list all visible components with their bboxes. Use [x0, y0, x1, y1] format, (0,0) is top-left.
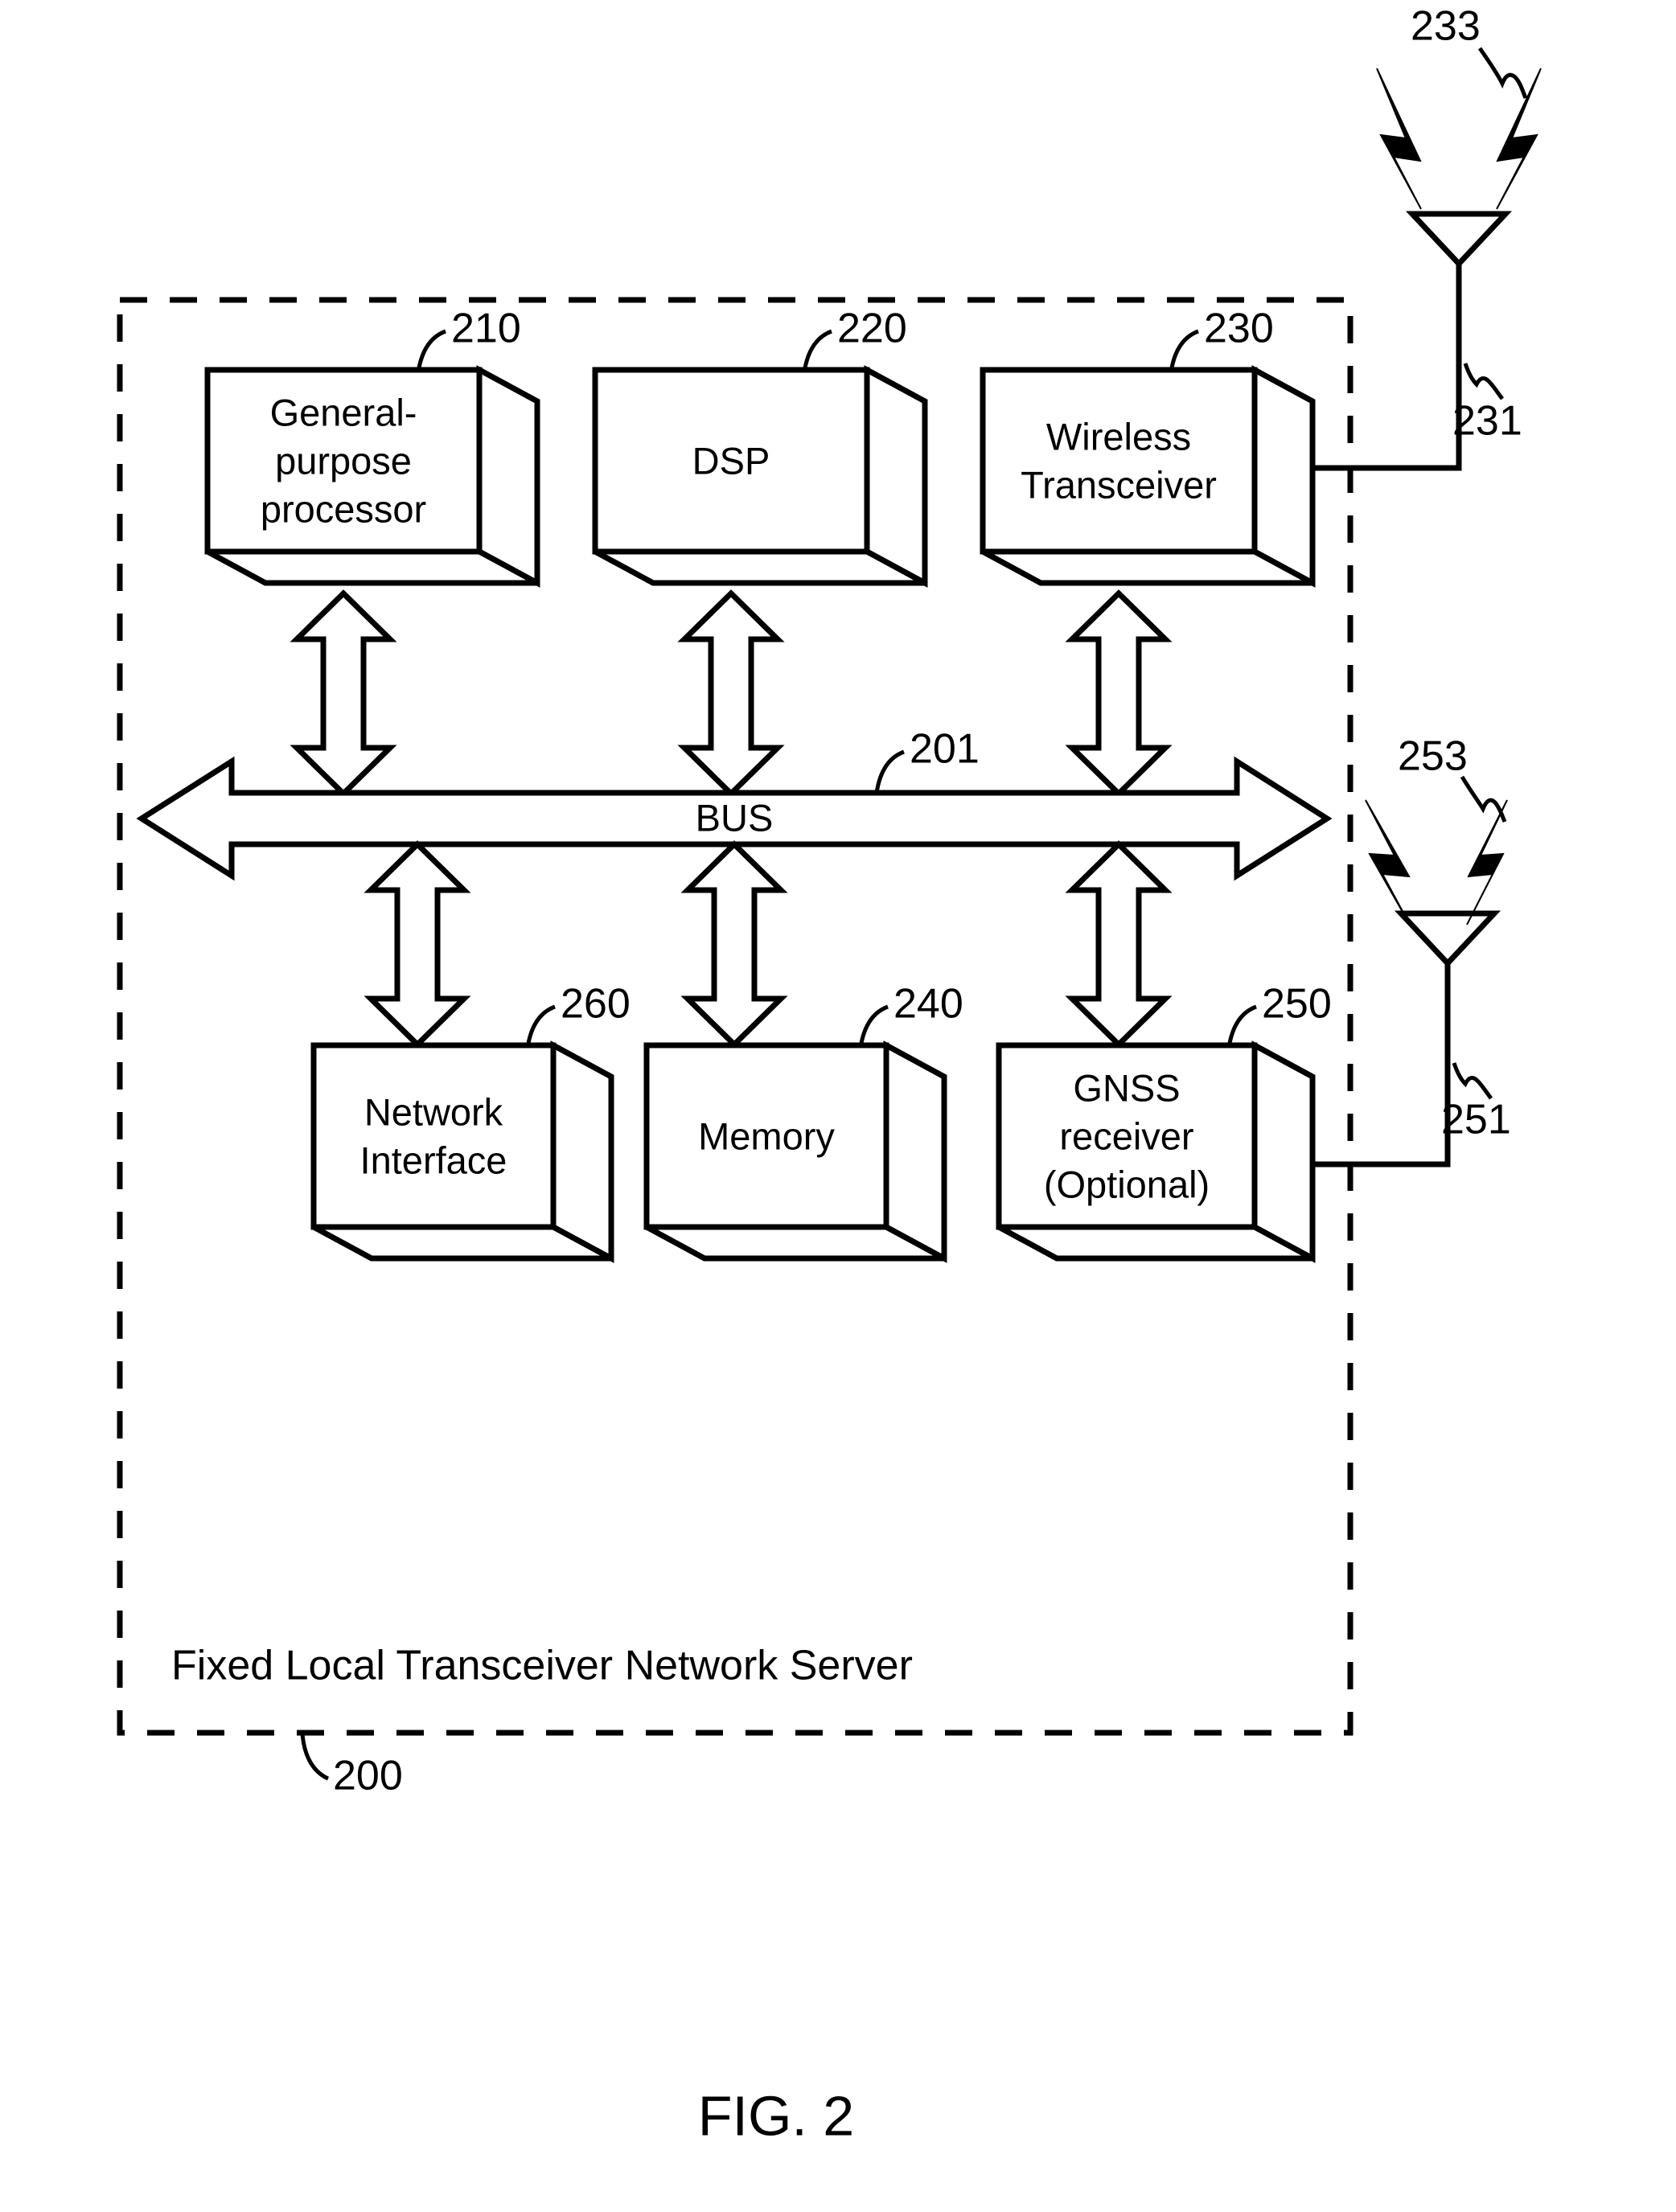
ref-leader-233 [1477, 47, 1528, 99]
block-label-line-0: DSP [692, 439, 770, 482]
ref-number-200: 200 [333, 1753, 403, 1800]
antenna-triangle-icon [1394, 910, 1501, 968]
ref-number-220: 220 [837, 306, 907, 352]
block-3d-bottom [206, 548, 539, 586]
signal-bolt-left-icon [1376, 68, 1422, 210]
block-label-line-0: Memory [698, 1114, 835, 1157]
antenna-feed-wire-251 [1312, 962, 1451, 1168]
gnss-antenna-assembly: 253 251 [1312, 733, 1511, 1168]
block-memory: Memory [643, 1040, 947, 1263]
block-face [310, 1042, 557, 1230]
block-wireless-transceiver: Wireless Transceiver [980, 365, 1316, 588]
block-3d-side [1251, 1040, 1316, 1263]
block-face [980, 367, 1258, 555]
ref-leader-210 [416, 329, 446, 373]
bus-label: BUS [696, 796, 774, 839]
arrow-bus-to-network-interface [364, 840, 471, 1049]
block-3d-bottom [997, 1224, 1314, 1262]
block-gnss-receiver: GNSS receiver (Optional) [996, 1040, 1316, 1263]
signal-bolt-left-icon [1365, 799, 1411, 925]
wireless-antenna-assembly: 233 231 [1312, 3, 1542, 471]
block-label-line-1: purpose [275, 439, 412, 482]
arrow-bus-to-gnss [1065, 840, 1173, 1049]
figure-caption: FIG. 2 [698, 2084, 854, 2147]
block-label-line-0: Network [364, 1090, 503, 1133]
block-3d-bottom [645, 1224, 946, 1262]
block-general-purpose-processor: General- purpose processor [204, 365, 540, 588]
ref-leader-231 [1463, 363, 1505, 400]
block-label-line-2: processor [261, 487, 426, 530]
block-3d-side [550, 1040, 614, 1263]
arrow-bus-to-memory [680, 840, 788, 1049]
enclosure-label: Fixed Local Transceiver Network Server [171, 1643, 913, 1689]
ref-number-201: 201 [910, 726, 980, 773]
block-3d-side [1251, 365, 1316, 588]
ref-number-260: 260 [561, 981, 631, 1028]
arrow-transceiver-to-bus [1065, 589, 1173, 798]
arrow-dsp-to-bus [677, 589, 785, 798]
block-3d-bottom [312, 1224, 613, 1262]
ref-leader-220 [802, 329, 832, 373]
ref-number-233: 233 [1411, 3, 1481, 50]
ref-number-230: 230 [1204, 306, 1274, 352]
block-3d-side [476, 365, 540, 588]
signal-bolt-right-icon [1496, 68, 1542, 210]
block-3d-side [864, 365, 928, 588]
ref-number-210: 210 [451, 306, 521, 352]
ref-number-231: 231 [1452, 398, 1522, 445]
block-3d-side [883, 1040, 947, 1263]
ref-leader-230 [1169, 329, 1199, 373]
ref-leader-201 [874, 749, 905, 794]
patent-figure-2: General- purpose processor 210 DSP 220 W… [0, 0, 1676, 2212]
arrow-processor-to-bus [290, 589, 397, 798]
block-label-line-1: receiver [1059, 1114, 1193, 1157]
ref-leader-253 [1460, 775, 1507, 823]
block-dsp: DSP [592, 365, 928, 588]
block-3d-bottom [594, 548, 926, 586]
block-3d-bottom [981, 548, 1314, 586]
ref-number-250: 250 [1262, 981, 1332, 1028]
block-label-line-1: Interface [360, 1139, 507, 1181]
block-label-line-0: General- [270, 391, 417, 433]
antenna-triangle-icon [1405, 211, 1513, 269]
antenna-feed-wire-231 [1312, 262, 1462, 471]
signal-bolt-right-icon [1466, 799, 1508, 925]
ref-number-251: 251 [1441, 1097, 1511, 1143]
block-label-line-1: Transceiver [1021, 463, 1217, 506]
block-network-interface: Network Interface [310, 1040, 614, 1263]
block-label-line-2: (Optional) [1044, 1163, 1210, 1205]
ref-leader-200 [300, 1733, 330, 1781]
block-label-line-0: GNSS [1073, 1066, 1180, 1109]
ref-number-240: 240 [893, 981, 963, 1028]
ref-number-253: 253 [1398, 733, 1468, 780]
ref-leader-251 [1452, 1062, 1493, 1100]
block-label-line-0: Wireless [1046, 415, 1191, 458]
